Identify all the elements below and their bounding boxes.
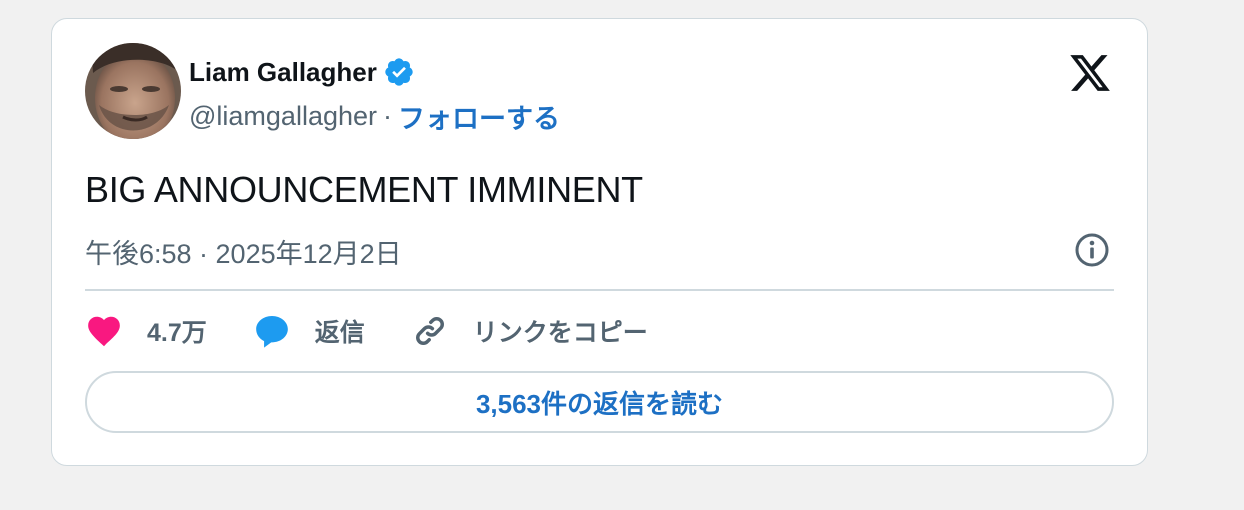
author-handle-row: @liamgallagher · フォローする (189, 97, 560, 136)
like-button[interactable]: 4.7万 (85, 312, 207, 350)
copy-link-button[interactable]: リンクをコピー (411, 312, 648, 350)
reply-button[interactable]: 返信 (253, 312, 365, 350)
tweet-embed-card: Liam Gallagher @liamgallagher · フォローする B… (51, 18, 1148, 466)
action-bar: 4.7万 返信 リンクをコピー (85, 309, 694, 353)
follow-button[interactable]: フォローする (398, 97, 560, 136)
tweet-text: BIG ANNOUNCEMENT IMMINENT (85, 169, 643, 210)
divider (85, 289, 1114, 291)
author-name-row: Liam Gallagher (189, 55, 415, 89)
reply-label: 返信 (314, 319, 365, 347)
link-icon (411, 312, 449, 350)
x-logo-icon[interactable] (1067, 51, 1113, 95)
verified-badge-icon (383, 56, 415, 88)
author-name[interactable]: Liam Gallagher (189, 57, 377, 88)
copy-link-label: リンクをコピー (472, 319, 648, 347)
tweet-timestamp[interactable]: 午後6:58 · 2025年12月2日 (85, 232, 402, 271)
reply-bubble-icon (253, 312, 291, 350)
separator-dot: · (383, 101, 392, 131)
heart-icon (85, 312, 123, 350)
avatar[interactable] (85, 43, 181, 139)
like-count: 4.7万 (147, 319, 207, 347)
read-replies-button[interactable]: 3,563件の返信を読む (85, 371, 1114, 433)
info-icon[interactable] (1073, 231, 1111, 269)
author-handle[interactable]: @liamgallagher (189, 101, 377, 132)
